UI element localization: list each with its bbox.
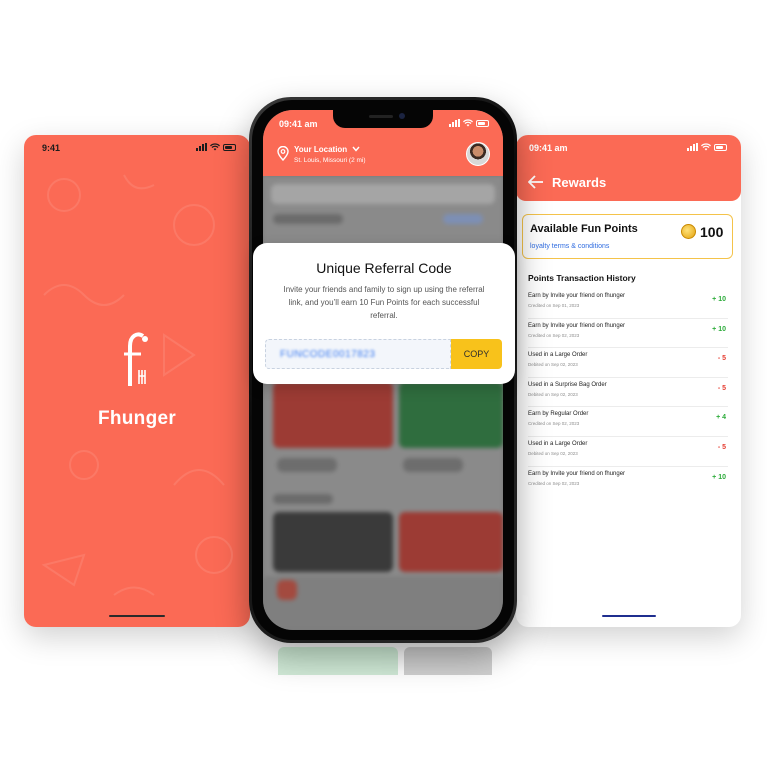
- transaction-date: Debited on Sep 02, 2023: [528, 391, 578, 397]
- transaction-title: Earn by Invite your friend on fhunger: [528, 293, 626, 299]
- home-indicator[interactable]: [601, 615, 656, 617]
- phone-reflection: [278, 647, 492, 675]
- transaction-title: Used in a Surprise Bag Order: [528, 381, 607, 388]
- transaction-points: - 5: [717, 355, 726, 363]
- splash-screen: 9:41 Fhunger: [24, 135, 250, 627]
- transaction-date: Debited on Sep 02, 2023: [528, 450, 578, 456]
- location-pin-icon: [277, 146, 289, 161]
- status-time: 09:41 am: [529, 143, 568, 153]
- transaction-row: Used in a Surprise Bag Order Debited on S…: [528, 378, 728, 408]
- modal-description: Invite your friends and family to sign u…: [283, 285, 485, 320]
- back-arrow-icon[interactable]: [528, 175, 544, 189]
- transaction-title: Earn by Regular Order: [528, 411, 589, 418]
- home-indicator[interactable]: [109, 615, 165, 617]
- transaction-points: + 4: [716, 414, 726, 422]
- battery-icon: [223, 143, 236, 151]
- transaction-points: + 10: [712, 473, 726, 481]
- brand-name: Fhunger: [97, 408, 177, 429]
- history-title: Points Transaction History: [528, 273, 636, 283]
- transaction-points: + 10: [712, 325, 726, 333]
- referral-code: FUNCODE0017823: [280, 349, 376, 360]
- transaction-points: + 10: [712, 296, 726, 303]
- location-selector[interactable]: Your Location: [294, 145, 360, 154]
- copy-button[interactable]: COPY: [451, 339, 502, 369]
- location-value: St. Louis, Missouri (2 mi): [294, 157, 366, 164]
- transaction-row: Used in a Large Order Debited on Sep 02, …: [528, 348, 728, 378]
- transaction-date: Credited on Sep 02, 2023: [528, 421, 580, 427]
- referral-modal: Unique Referral Code Invite your friends…: [253, 243, 515, 384]
- status-bar: 09:41 am: [529, 143, 727, 155]
- brand-logo: [24, 330, 250, 395]
- wifi-icon: [463, 119, 473, 127]
- transaction-title: Earn by Invite your friend on fhunger: [528, 470, 626, 477]
- available-points-label: Available Fun Points: [530, 223, 638, 235]
- transaction-date: Credited on Sep 02, 2023: [528, 480, 580, 486]
- battery-icon: [714, 143, 727, 151]
- avatar[interactable]: [466, 142, 490, 166]
- signal-icon: [196, 143, 207, 151]
- location-label: Your Location: [294, 145, 348, 154]
- wifi-icon: [210, 143, 220, 151]
- status-time: 09:41 am: [279, 119, 318, 129]
- signal-icon: [687, 143, 698, 151]
- transaction-points: - 5: [717, 443, 726, 451]
- transaction-row: Earn by Regular Order Credited on Sep 02,…: [528, 407, 728, 437]
- wifi-icon: [701, 143, 711, 151]
- transaction-list: Earn by Invite your friend on fhunger Cre…: [528, 289, 728, 496]
- transaction-title: Earn by Invite your friend on fhunger: [528, 322, 626, 329]
- transaction-row: Earn by Invite your friend on fhunger Cre…: [528, 467, 728, 497]
- transaction-row: Earn by Invite your friend on fhunger Cre…: [528, 319, 728, 349]
- loyalty-terms-link[interactable]: loyalty terms & conditions: [530, 243, 609, 250]
- transaction-date: Credited on Sep 02, 2023: [528, 332, 580, 338]
- transaction-date: Debited on Sep 02, 2023: [528, 362, 578, 368]
- fhunger-fork-logo-icon: [124, 332, 148, 386]
- chevron-down-icon: [352, 146, 360, 152]
- page-title: Rewards: [552, 175, 607, 190]
- signal-icon: [449, 119, 460, 127]
- phone-notch: [333, 110, 433, 128]
- referral-code-field[interactable]: FUNCODE0017823: [265, 339, 451, 369]
- available-points-value: 100: [700, 224, 724, 240]
- battery-icon: [476, 119, 489, 127]
- modal-title: Unique Referral Code: [316, 260, 452, 276]
- transaction-row: Earn by Invite your friend on fhunger Cre…: [528, 289, 728, 319]
- transaction-title: Used in a Large Order: [528, 352, 588, 359]
- status-bar: 9:41: [42, 143, 236, 155]
- transaction-date: Credited on Sep 01, 2023: [528, 303, 580, 308]
- rewards-screen: 09:41 am Rewards Available Fun Points lo…: [516, 135, 741, 627]
- rewards-header: 09:41 am Rewards: [516, 135, 741, 201]
- transaction-title: Used in a Large Order: [528, 440, 588, 447]
- transaction-points: - 5: [717, 384, 726, 392]
- coin-icon: [681, 224, 696, 239]
- transaction-row: Used in a Large Order Debited on Sep 02, …: [528, 437, 728, 467]
- status-time: 9:41: [42, 143, 61, 153]
- fun-points-card: Available Fun Points loyalty terms & con…: [522, 214, 733, 259]
